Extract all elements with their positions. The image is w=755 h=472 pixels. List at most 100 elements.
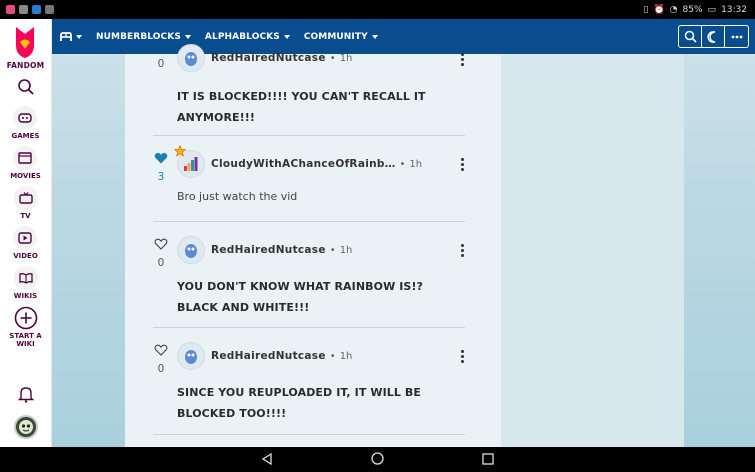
kebab-dot xyxy=(460,168,464,171)
kebab-dot xyxy=(460,254,464,257)
recents-button[interactable] xyxy=(482,450,494,469)
rail-item-label: VIDEO xyxy=(13,252,38,260)
film-icon xyxy=(18,152,33,164)
avatar[interactable] xyxy=(177,342,205,370)
search-icon xyxy=(684,30,697,43)
wiki-home-dropdown[interactable] xyxy=(60,31,82,42)
plus-circle-icon xyxy=(14,306,37,330)
comment-options-button[interactable] xyxy=(459,53,465,66)
battery-icon: ▭ xyxy=(707,4,717,15)
theme-toggle-button[interactable] xyxy=(702,26,725,47)
separator-dot: • xyxy=(399,158,406,170)
kebab-dot xyxy=(460,360,464,363)
avatar[interactable] xyxy=(177,44,205,72)
search-button[interactable] xyxy=(679,26,702,47)
rail-item-label: GAMES xyxy=(11,132,40,140)
kebab-dot xyxy=(460,355,464,358)
rail-item-games[interactable]: GAMES xyxy=(11,106,40,140)
rail-item-movies[interactable]: MOVIES xyxy=(10,146,41,180)
more-options-button[interactable] xyxy=(725,26,748,47)
like-button[interactable]: 0 xyxy=(153,55,169,70)
chevron-down-icon xyxy=(283,34,290,39)
wifi-icon: ◔ xyxy=(669,4,678,15)
kebab-dot xyxy=(460,63,464,66)
like-button[interactable]: 0 xyxy=(153,235,169,269)
avatar-face-icon xyxy=(18,420,33,434)
start-wiki-label-line1: START A xyxy=(9,332,42,340)
back-button[interactable] xyxy=(261,450,273,469)
kebab-dot xyxy=(460,163,464,166)
separator-dot: • xyxy=(329,244,336,256)
comment-options-button[interactable] xyxy=(459,244,465,257)
rail-item-tv[interactable]: TV xyxy=(13,186,38,220)
kebab-dot xyxy=(460,158,464,161)
avatar[interactable] xyxy=(177,236,205,264)
dots-horizontal-icon xyxy=(731,35,742,38)
avatar-character-icon xyxy=(185,52,197,66)
nav-numberblocks[interactable]: NUMBERBLOCKS xyxy=(96,32,191,42)
video-icon xyxy=(18,232,33,244)
like-count: 0 xyxy=(157,363,165,375)
comment-author-row: CloudyWithAChanceOfRainb… • 1h xyxy=(174,145,422,178)
gamepad-icon xyxy=(18,113,33,123)
comment-author[interactable]: RedHairedNutcase xyxy=(211,244,326,256)
nav-tools xyxy=(678,25,749,48)
fandom-logo[interactable]: FANDOM xyxy=(7,25,45,70)
user-avatar[interactable] xyxy=(13,415,38,439)
comment-options-button[interactable] xyxy=(459,158,465,171)
notifications-button[interactable] xyxy=(17,385,34,407)
tv-icon xyxy=(18,192,33,204)
home-button[interactable] xyxy=(371,450,384,469)
chevron-down-icon xyxy=(76,34,82,39)
comment-item: 3 CloudyWithAChanceOfRainb… • 1h Bro jus… xyxy=(153,145,465,221)
comment-text: IT IS BLOCKED!!!! YOU CAN'T RECALL IT AN… xyxy=(177,90,426,124)
comment-text: YOU DON'T KNOW WHAT RAINBOW IS!? BLACK A… xyxy=(177,280,424,314)
comment-item: 0 RedHairedNutcase • 1h IT IS BLOCKED!!!… xyxy=(153,44,465,134)
like-button[interactable]: 0 xyxy=(153,341,169,375)
rail-item-wikis[interactable]: WIKIS xyxy=(13,266,38,300)
global-search-button[interactable] xyxy=(17,78,35,100)
fandom-label: FANDOM xyxy=(6,61,45,70)
nav-community[interactable]: COMMUNITY xyxy=(304,32,378,42)
comments-section: 0 RedHairedNutcase • 1h IT IS BLOCKED!!!… xyxy=(125,44,501,447)
like-button[interactable]: 3 xyxy=(153,149,169,183)
separator-dot: • xyxy=(329,350,336,362)
nav-label: NUMBERBLOCKS xyxy=(96,31,181,42)
comment-author[interactable]: RedHairedNutcase xyxy=(211,350,326,362)
avatar[interactable] xyxy=(174,145,205,178)
comment-author[interactable]: RedHairedNutcase xyxy=(211,52,326,64)
kebab-dot xyxy=(460,58,464,61)
fandom-global-nav: FANDOM GAMES MOVIES TV VIDEO WIKIS START… xyxy=(0,19,52,447)
search-icon xyxy=(17,79,34,95)
avatar-character-icon xyxy=(185,244,197,258)
comment-author-row: RedHairedNutcase • 1h xyxy=(177,44,352,72)
rail-item-label: WIKIS xyxy=(13,292,38,300)
comment-options-button[interactable] xyxy=(459,350,465,363)
battery-percent: 85% xyxy=(682,4,703,15)
rail-item-video[interactable]: VIDEO xyxy=(13,226,38,260)
start-a-wiki-button[interactable]: START A WIKI xyxy=(9,306,42,348)
app-notification-icon xyxy=(45,5,54,14)
divider xyxy=(153,221,465,222)
divider xyxy=(153,327,465,328)
avatar-character-icon xyxy=(185,350,197,364)
kebab-dot xyxy=(460,53,464,56)
divider xyxy=(153,434,465,435)
comment-author[interactable]: CloudyWithAChanceOfRainb… xyxy=(211,158,396,170)
bell-icon xyxy=(17,387,34,403)
recents-square-icon xyxy=(482,453,494,465)
separator-dot: • xyxy=(329,52,336,64)
moon-icon xyxy=(707,30,716,43)
avatar-bars-icon xyxy=(184,157,198,171)
like-count: 3 xyxy=(157,171,165,183)
comment-author-row: RedHairedNutcase • 1h xyxy=(177,236,352,264)
comment-time: 1h xyxy=(339,244,353,256)
wiki-page: NUMBERBLOCKS ALPHABLOCKS COMMUNITY 0 Red… xyxy=(52,19,755,447)
like-count: 0 xyxy=(157,257,165,269)
nav-alphablocks[interactable]: ALPHABLOCKS xyxy=(205,32,290,42)
comment-item: 0 RedHairedNutcase • 1h SINCE YOU REUPLO… xyxy=(153,341,465,433)
kebab-dot xyxy=(460,350,464,353)
chevron-down-icon xyxy=(371,34,378,39)
heart-outline-icon xyxy=(154,238,168,250)
chevron-down-icon xyxy=(184,34,191,39)
